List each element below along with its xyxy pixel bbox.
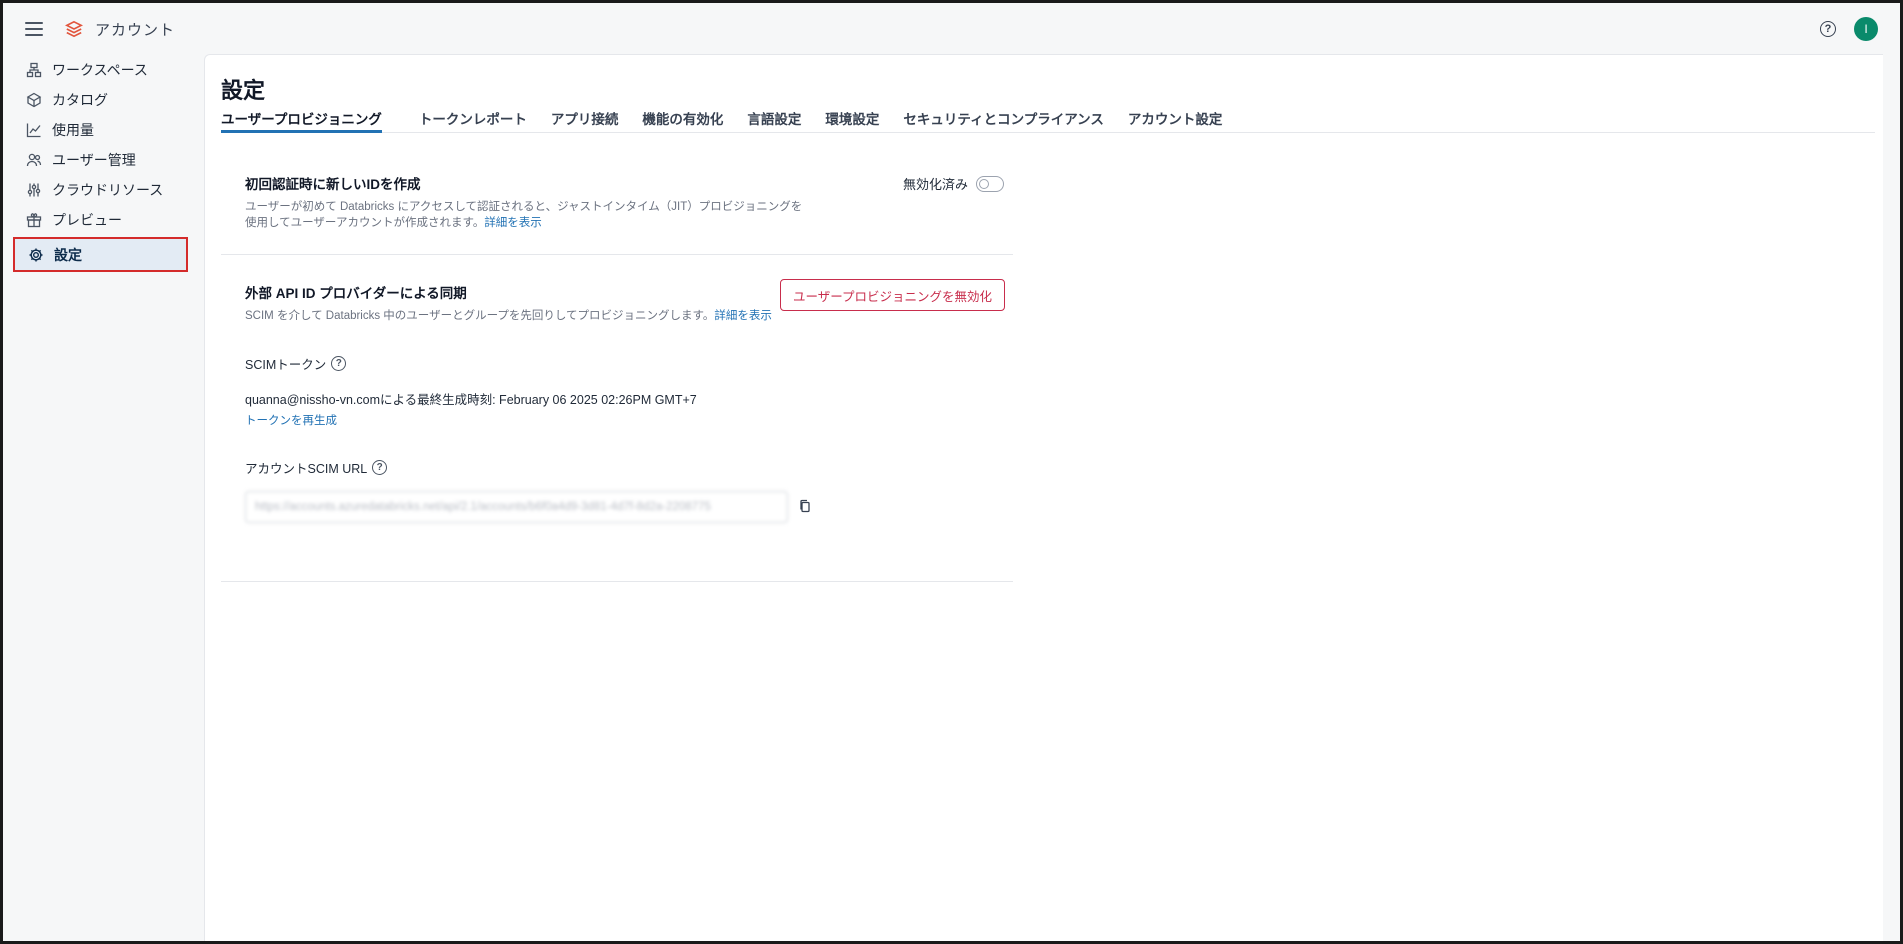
disable-user-provisioning-button[interactable]: ユーザープロビジョニングを無効化 [780, 279, 1006, 311]
help-icon[interactable]: ? [372, 460, 388, 475]
jit-toggle-label: 無効化済み [903, 177, 969, 192]
menu-icon[interactable] [25, 22, 43, 36]
sidebar-item-label: カタログ [52, 92, 108, 108]
scim-section: 外部 API ID プロバイダーによる同期 SCIM を介して Databric… [221, 282, 1013, 523]
jit-desc-line1: ユーザーが初めて Databricks にアクセスして認証されると、ジャストイン… [245, 201, 803, 213]
gear-icon [28, 247, 44, 263]
sidebar-item-label: ユーザー管理 [52, 152, 136, 168]
sidebar-item-label: 使用量 [52, 122, 94, 138]
help-icon[interactable]: ? [331, 356, 347, 371]
tab-feature-enablement[interactable]: 機能の有効化 [630, 108, 735, 133]
scim-desc-text: SCIM を介して Databricks 中のユーザーとグループを先回りしてプロ… [245, 310, 715, 322]
jit-section: 初回認証時に新しいIDを作成 ユーザーが初めて Databricks にアクセス… [221, 173, 1013, 231]
scim-token-label-group: SCIMトークン ? [245, 354, 1013, 373]
scim-url-row: https://accounts.azuredatabricks.net/api… [245, 491, 1013, 523]
tab-app-connections[interactable]: アプリ接続 [539, 108, 631, 133]
usage-chart-icon [26, 122, 42, 138]
app-title: アカウント [95, 21, 176, 39]
catalog-icon [26, 92, 42, 108]
main-panel: 設定 ユーザープロビジョニング トークンレポート アプリ接続 機能の有効化 言語… [204, 54, 1883, 941]
scim-url-label-group: アカウントSCIM URL ? [245, 458, 1013, 477]
tab-user-provisioning[interactable]: ユーザープロビジョニング [221, 108, 382, 133]
sidebar-item-preview[interactable]: プレビュー [13, 205, 188, 235]
jit-title: 初回認証時に新しいIDを作成 [245, 177, 421, 192]
jit-description: ユーザーが初めて Databricks にアクセスして認証されると、ジャストイン… [245, 199, 1013, 231]
top-bar: アカウント ? I [3, 3, 1900, 55]
scim-more-link[interactable]: 詳細を表示 [714, 310, 772, 322]
sidebar: ワークスペース カタログ 使用量 ユーザー管理 クラウドリソース プレビュー 設… [13, 55, 188, 272]
jit-more-link[interactable]: 詳細を表示 [484, 217, 542, 229]
help-icon[interactable]: ? [1820, 21, 1836, 37]
scim-url-label: アカウントSCIM URL [245, 462, 368, 476]
page-title: 設定 [221, 78, 266, 103]
token-generated-info: quanna@nissho-vn.comによる最終生成時刻: February … [245, 393, 697, 407]
jit-toggle-group: 無効化済み [903, 174, 1005, 193]
sidebar-item-cloud-resources[interactable]: クラウドリソース [13, 175, 188, 205]
avatar[interactable]: I [1854, 17, 1878, 41]
scim-url-field[interactable]: https://accounts.azuredatabricks.net/api… [245, 491, 788, 523]
tab-account-settings[interactable]: アカウント設定 [1116, 108, 1235, 133]
tab-security-compliance[interactable]: セキュリティとコンプライアンス [891, 108, 1115, 133]
tab-token-report[interactable]: トークンレポート [407, 108, 539, 133]
sidebar-item-catalog[interactable]: カタログ [13, 85, 188, 115]
sidebar-item-label: 設定 [54, 246, 82, 263]
sidebar-item-workspace[interactable]: ワークスペース [13, 55, 188, 85]
sidebar-item-label: ワークスペース [52, 62, 148, 78]
databricks-logo-icon [65, 20, 83, 38]
section-divider [221, 581, 1013, 582]
regenerate-token-link[interactable]: トークンを再生成 [245, 412, 1013, 428]
tab-environment-settings[interactable]: 環境設定 [813, 108, 891, 133]
jit-desc-line2: 使用してユーザーアカウントが作成されます。詳細を表示 [245, 215, 1013, 231]
sidebar-item-label: プレビュー [52, 212, 122, 228]
sidebar-item-label: クラウドリソース [52, 182, 164, 198]
sidebar-item-user-management[interactable]: ユーザー管理 [13, 145, 188, 175]
tab-language-settings[interactable]: 言語設定 [735, 108, 813, 133]
gift-icon [26, 212, 42, 228]
jit-desc-line2-text: 使用してユーザーアカウントが作成されます。 [245, 217, 485, 229]
users-icon [26, 152, 42, 168]
copy-icon[interactable] [798, 499, 814, 515]
settings-tabs: ユーザープロビジョニング トークンレポート アプリ接続 機能の有効化 言語設定 … [221, 108, 1875, 133]
section-divider [221, 254, 1013, 255]
sidebar-item-settings[interactable]: 設定 [13, 237, 188, 272]
sidebar-item-usage[interactable]: 使用量 [13, 115, 188, 145]
scim-token-label: SCIMトークン [245, 358, 327, 372]
workspace-icon [26, 62, 42, 78]
jit-toggle[interactable] [976, 175, 1005, 192]
cloud-resource-icon [26, 182, 42, 198]
